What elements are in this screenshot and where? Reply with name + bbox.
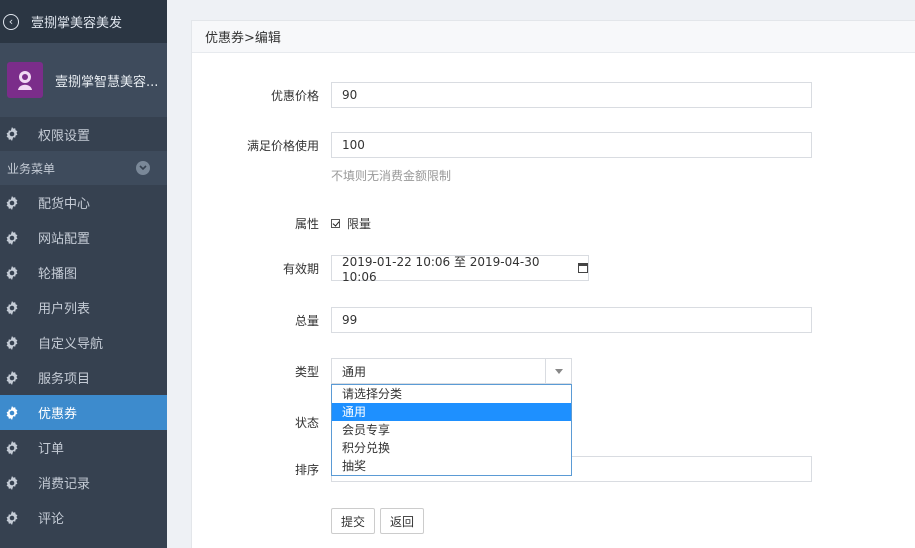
- sidebar-item-label: 订单: [38, 442, 65, 457]
- type-label: 类型: [294, 364, 319, 379]
- back-button[interactable]: 返回: [380, 508, 424, 534]
- type-select[interactable]: 通用: [331, 358, 572, 384]
- sidebar: ‹ 壹捌掌美容美发 壹捌掌智慧美容... 权限设置 业务菜单 配货中心网站配置轮…: [0, 0, 167, 548]
- sidebar-item[interactable]: 用户列表: [0, 290, 167, 325]
- form-row-price: 优惠价格: [192, 82, 319, 108]
- limited-checkbox[interactable]: [331, 218, 340, 228]
- sidebar-item[interactable]: 轮播图: [0, 255, 167, 290]
- validity-value: 2019-01-22 10:06 至 2019-04-30 10:06: [342, 254, 540, 284]
- main-panel: 优惠券>编辑 优惠价格 90 满足价格使用 100 不填则无消费金额限制 属性 …: [191, 20, 915, 548]
- chevron-down-icon: [554, 368, 563, 374]
- menu-list: 配货中心网站配置轮播图用户列表自定义导航服务项目优惠券订单消费记录评论: [0, 185, 167, 535]
- type-option[interactable]: 会员专享: [332, 421, 571, 439]
- total-input[interactable]: 99: [331, 307, 812, 333]
- status-label: 状态: [294, 415, 319, 430]
- sidebar-item[interactable]: 配货中心: [0, 185, 167, 220]
- app-header: ‹ 壹捌掌美容美发: [0, 0, 167, 43]
- breadcrumb: 优惠券>编辑: [192, 21, 915, 53]
- sidebar-item-label: 评论: [38, 512, 65, 527]
- gear-icon: [4, 475, 20, 491]
- sidebar-item-label: 优惠券: [38, 407, 78, 422]
- min-price-input[interactable]: 100: [331, 132, 812, 158]
- calendar-icon: [578, 263, 588, 273]
- sidebar-item[interactable]: 订单: [0, 430, 167, 465]
- sidebar-item-label: 轮播图: [38, 267, 78, 282]
- validity-range-input[interactable]: 2019-01-22 10:06 至 2019-04-30 10:06: [331, 254, 589, 284]
- brand-name: 壹捌掌智慧美容...: [55, 74, 159, 90]
- form-row-validity: 有效期: [192, 255, 319, 281]
- sidebar-item-label: 自定义导航: [38, 337, 104, 352]
- limited-checkbox-label: 限量: [347, 216, 372, 231]
- form-row-attribute: 属性 限量: [192, 213, 371, 233]
- sidebar-item-label: 服务项目: [38, 372, 91, 387]
- form-row-sort: 排序: [192, 456, 319, 482]
- type-option[interactable]: 抽奖: [332, 457, 571, 475]
- type-option[interactable]: 通用: [332, 403, 571, 421]
- section-label: 业务菜单: [7, 161, 56, 176]
- sidebar-item[interactable]: 评论: [0, 500, 167, 535]
- sidebar-item-label: 用户列表: [38, 302, 91, 317]
- type-select-value: 通用: [342, 364, 367, 379]
- total-label: 总量: [294, 313, 319, 328]
- gear-icon: [4, 440, 20, 456]
- price-input[interactable]: 90: [331, 82, 812, 108]
- sidebar-item-label: 消费记录: [38, 477, 91, 492]
- gear-icon: [4, 126, 20, 142]
- validity-label: 有效期: [282, 261, 319, 276]
- gear-icon: [4, 300, 20, 316]
- sidebar-item[interactable]: 网站配置: [0, 220, 167, 255]
- brand-block: 壹捌掌智慧美容...: [0, 43, 167, 117]
- gear-icon: [4, 510, 20, 526]
- back-arrow-icon[interactable]: ‹: [3, 13, 19, 30]
- chevron-down-icon[interactable]: [136, 161, 150, 175]
- form-row-status: 状态: [192, 412, 319, 432]
- gear-icon: [4, 195, 20, 211]
- sidebar-item-label: 网站配置: [38, 232, 91, 247]
- brand-logo-icon: [7, 62, 43, 98]
- type-option[interactable]: 请选择分类: [332, 385, 571, 403]
- submit-button[interactable]: 提交: [331, 508, 375, 534]
- gear-icon: [4, 230, 20, 246]
- min-price-hint: 不填则无消费金额限制: [331, 169, 452, 183]
- type-option[interactable]: 积分兑换: [332, 439, 571, 457]
- gear-icon: [4, 335, 20, 351]
- menu-section-business[interactable]: 业务菜单: [0, 151, 167, 185]
- sidebar-item[interactable]: 消费记录: [0, 465, 167, 500]
- price-label: 优惠价格: [270, 88, 319, 103]
- sidebar-item[interactable]: 服务项目: [0, 360, 167, 395]
- sidebar-item-label: 配货中心: [38, 197, 91, 212]
- gear-icon: [4, 265, 20, 281]
- form-row-min-price: 满足价格使用: [192, 132, 319, 158]
- gear-icon: [4, 370, 20, 386]
- sidebar-item[interactable]: 自定义导航: [0, 325, 167, 360]
- attribute-label: 属性: [294, 216, 319, 231]
- min-price-label: 满足价格使用: [246, 138, 319, 153]
- type-dropdown: 请选择分类 通用 会员专享 积分兑换 抽奖: [331, 384, 572, 476]
- form-row-total: 总量: [192, 307, 319, 333]
- sort-label: 排序: [294, 462, 319, 477]
- sidebar-item[interactable]: 优惠券: [0, 395, 167, 430]
- sidebar-item-permissions[interactable]: 权限设置: [0, 117, 167, 151]
- sidebar-item-label: 权限设置: [38, 128, 91, 144]
- gear-icon: [4, 405, 20, 421]
- app-title: 壹捌掌美容美发: [31, 16, 123, 31]
- form-row-type: 类型: [192, 358, 319, 384]
- type-select-toggle[interactable]: [545, 359, 571, 383]
